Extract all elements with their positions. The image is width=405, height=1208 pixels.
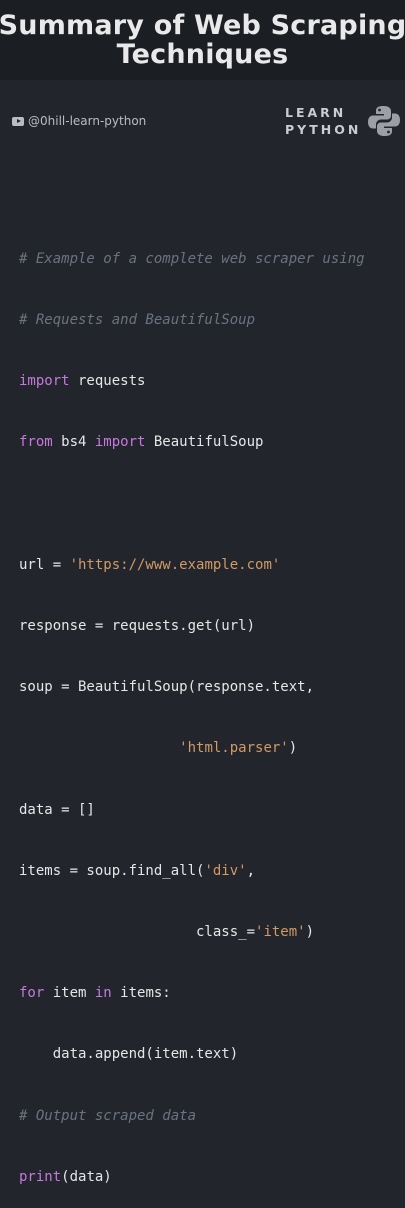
code-string: 'https://www.example.com' [69, 556, 281, 573]
brand-text: LEARN PYTHON [285, 104, 361, 138]
code-line: print(data) [19, 1167, 365, 1187]
code-text: bs4 [52, 434, 95, 451]
page-title-line-1: Summary of Web Scraping [0, 10, 405, 41]
code-text: ) [305, 924, 315, 941]
code-text: soup = BeautifulSoup(response.text, [19, 679, 315, 696]
code-text: class_= [19, 924, 256, 941]
code-keyword: in [94, 985, 112, 1002]
channel-handle-text: @0hill-learn-python [28, 114, 147, 128]
learn-python-logo: LEARN PYTHON [285, 104, 401, 138]
code-text: BeautifulSoup [145, 434, 264, 451]
code-text: item [44, 985, 95, 1002]
code-string: 'div' [204, 862, 247, 879]
code-comment: # Output scraped data [19, 1107, 197, 1124]
code-keyword: import [94, 434, 146, 451]
channel-handle[interactable]: @0hill-learn-python [12, 114, 146, 128]
code-line: response = requests.get(url) [19, 616, 365, 636]
code-text: items = soup.find_all( [19, 862, 205, 879]
code-line: # Example of a complete web scraper usin… [19, 249, 365, 269]
code-comment: # Example of a complete web scraper usin… [19, 250, 365, 267]
code-line: for item in items: [19, 983, 365, 1003]
youtube-icon [12, 116, 24, 126]
code-text: response = requests.get(url) [19, 618, 256, 635]
brand-line-1: LEARN [285, 105, 347, 120]
code-line: import requests [19, 371, 365, 391]
code-line: items = soup.find_all('div', [19, 861, 365, 881]
code-comment: # Requests and BeautifulSoup [19, 312, 256, 329]
code-text: , [246, 862, 256, 879]
code-text: ) [288, 740, 298, 757]
code-line: # Requests and BeautifulSoup [19, 310, 365, 330]
code-keyword: print [19, 1168, 62, 1185]
code-text: data = [] [19, 801, 95, 818]
code-keyword: for [19, 985, 45, 1002]
code-line: from bs4 import BeautifulSoup [19, 432, 365, 452]
code-line: url = 'https://www.example.com' [19, 555, 365, 575]
code-line: # Output scraped data [19, 1106, 365, 1126]
python-logo-icon [368, 106, 401, 136]
code-line: soup = BeautifulSoup(response.text, [19, 677, 365, 697]
code-text: data.append(item.text) [19, 1046, 239, 1063]
code-text: url = [19, 556, 70, 573]
code-line: class_='item') [19, 922, 365, 942]
code-line: 'html.parser') [19, 738, 365, 758]
code-line: data = [] [19, 800, 365, 820]
brand-line-2: PYTHON [285, 122, 362, 137]
code-text: (data) [61, 1168, 112, 1185]
code-line: data.append(item.text) [19, 1044, 365, 1064]
code-string: 'html.parser' [179, 740, 289, 757]
code-text: items: [111, 985, 171, 1002]
code-keyword: from [19, 434, 53, 451]
code-text: requests [69, 373, 146, 390]
code-block: # Example of a complete web scraper usin… [19, 208, 365, 1208]
page-title-line-2: Techniques [116, 39, 289, 70]
code-keyword: import [19, 373, 70, 390]
code-string: 'item' [255, 924, 306, 941]
title-banner: Summary of Web Scraping Techniques [0, 0, 405, 80]
